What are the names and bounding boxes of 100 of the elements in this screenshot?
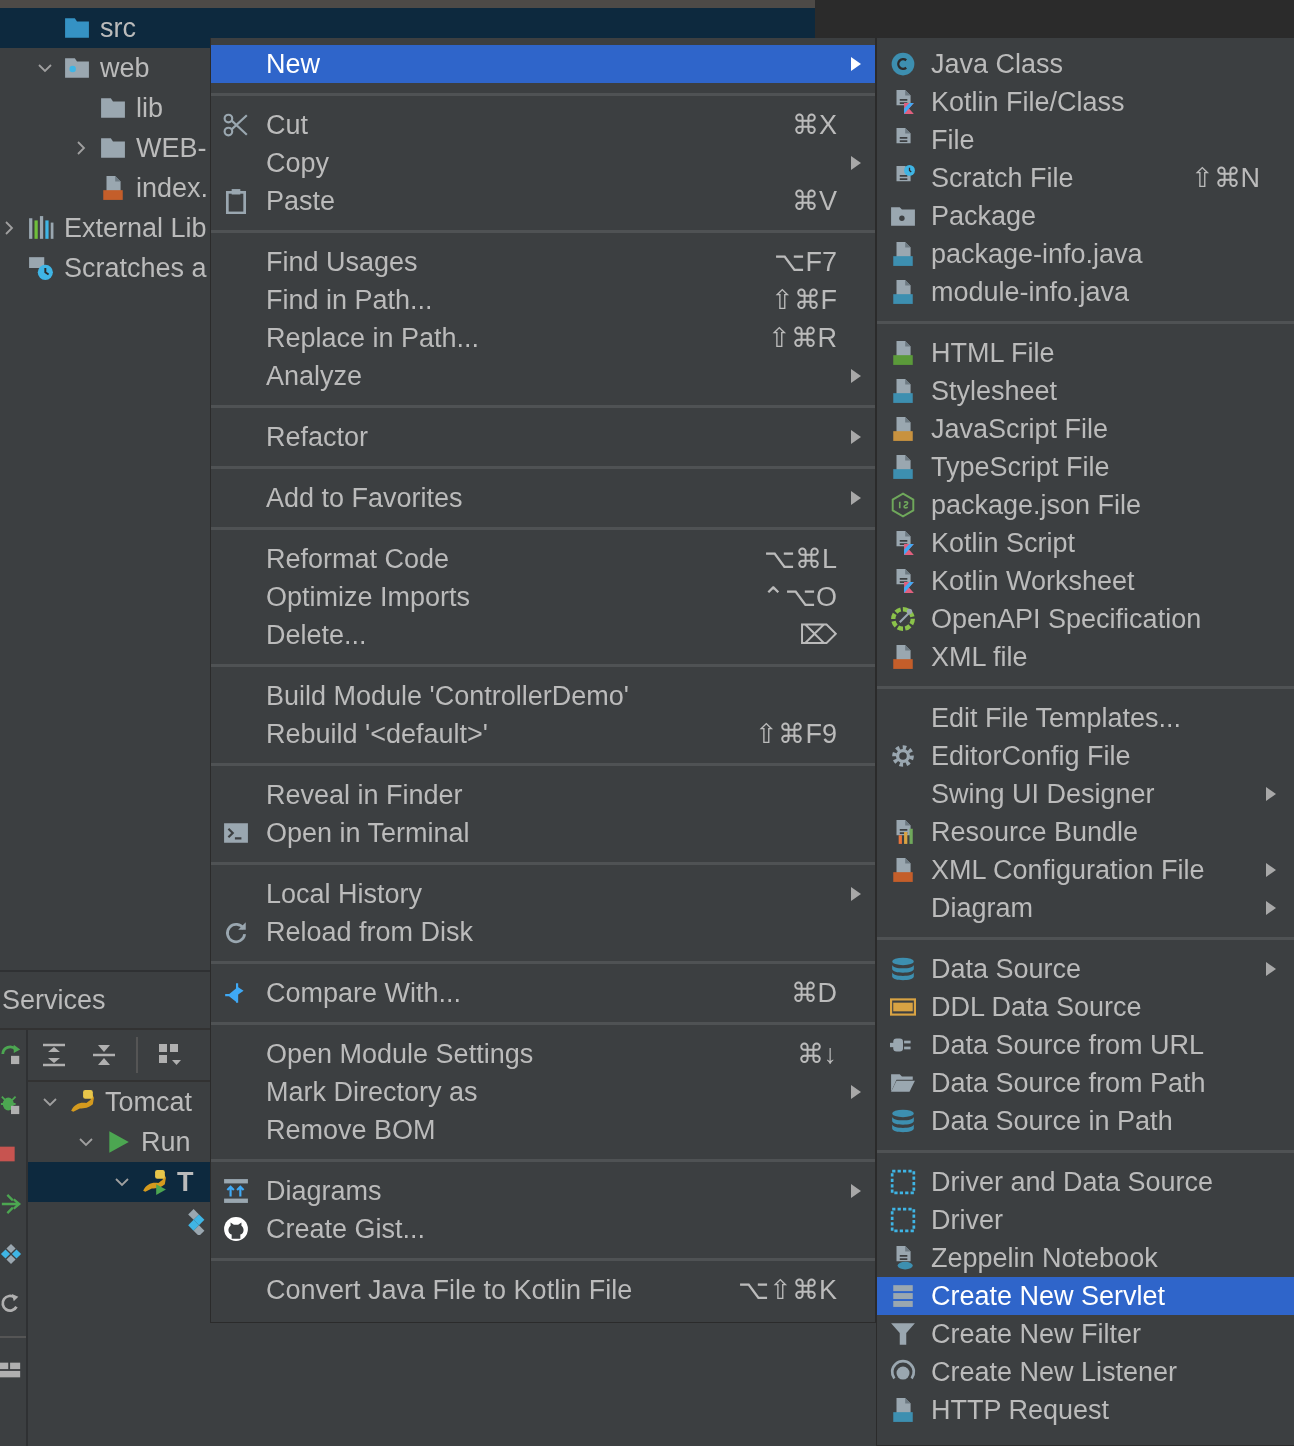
menu-item[interactable]: HTTP Request bbox=[877, 1391, 1294, 1429]
clipboard-icon bbox=[223, 188, 249, 214]
menu-item[interactable]: DDL Data Source bbox=[877, 988, 1294, 1026]
document-icon bbox=[890, 644, 916, 670]
tree-row[interactable]: lib bbox=[0, 88, 210, 128]
menu-item[interactable]: Copy bbox=[211, 144, 875, 182]
menu-item[interactable]: Rebuild '<default>' ⇧⌘F9 bbox=[211, 715, 875, 753]
menu-item[interactable]: Scratch File ⇧⌘N bbox=[877, 159, 1294, 197]
service-row[interactable]: Run bbox=[28, 1122, 210, 1162]
menu-item[interactable]: Optimize Imports ⌃⌥O bbox=[211, 578, 875, 616]
panel-title: Services bbox=[1, 984, 106, 1016]
menu-item[interactable]: Java Class bbox=[877, 45, 1294, 83]
menu-item[interactable]: Data Source from Path bbox=[877, 1064, 1294, 1102]
menu-item[interactable]: Reveal in Finder bbox=[211, 776, 875, 814]
shortcut-label: ⌘↓ bbox=[796, 1038, 837, 1070]
tree-row[interactable]: External Lib bbox=[0, 208, 210, 248]
group-icon[interactable] bbox=[158, 1043, 182, 1067]
menu-item[interactable]: TypeScript File bbox=[877, 448, 1294, 486]
tree-item-label: src bbox=[100, 12, 136, 44]
menu-item[interactable]: Data Source from URL bbox=[877, 1026, 1294, 1064]
service-row[interactable]: T bbox=[28, 1162, 210, 1202]
deploy-icon[interactable] bbox=[0, 1192, 22, 1216]
server-icon bbox=[890, 1283, 916, 1309]
menu-item[interactable]: Data Source bbox=[877, 950, 1294, 988]
menu-item[interactable]: JavaScript File bbox=[877, 410, 1294, 448]
menu-item[interactable]: package.json File bbox=[877, 486, 1294, 524]
diamonds-icon[interactable] bbox=[0, 1242, 22, 1266]
menu-item[interactable]: Driver and Data Source bbox=[877, 1163, 1294, 1201]
menu-item[interactable]: Create New Listener bbox=[877, 1353, 1294, 1391]
menu-item[interactable]: Local History bbox=[211, 875, 875, 913]
menu-item[interactable]: Kotlin Script bbox=[877, 524, 1294, 562]
cat-circle-icon bbox=[223, 1216, 249, 1242]
menu-item[interactable]: XML Configuration File bbox=[877, 851, 1294, 889]
menu-item[interactable]: HTML File bbox=[877, 334, 1294, 372]
shortcut-label: ⌦ bbox=[799, 619, 837, 651]
menu-item[interactable]: Refactor bbox=[211, 418, 875, 456]
menu-item[interactable]: Convert Java File to Kotlin File ⌥⇧⌘K bbox=[211, 1271, 875, 1309]
menu-item[interactable]: New bbox=[211, 45, 875, 83]
rerun-icon[interactable] bbox=[0, 1042, 22, 1066]
menu-item[interactable]: Kotlin Worksheet bbox=[877, 562, 1294, 600]
menu-item[interactable]: Find Usages ⌥F7 bbox=[211, 243, 875, 281]
tree-row[interactable]: Scratches a bbox=[0, 248, 210, 288]
service-row[interactable]: Tomcat bbox=[28, 1082, 210, 1122]
menu-item[interactable]: Analyze bbox=[211, 357, 875, 395]
menu-item[interactable]: package-info.java bbox=[877, 235, 1294, 273]
menu-item[interactable]: Resource Bundle bbox=[877, 813, 1294, 851]
menu-item[interactable]: Replace in Path... ⇧⌘R bbox=[211, 319, 875, 357]
menu-item[interactable]: Find in Path... ⇧⌘F bbox=[211, 281, 875, 319]
menu-item[interactable]: OpenAPI Specification bbox=[877, 600, 1294, 638]
hexagon-icon bbox=[890, 492, 916, 518]
menu-item[interactable]: Diagram bbox=[877, 889, 1294, 927]
document-icon bbox=[890, 857, 916, 883]
menu-item[interactable]: Kotlin File/Class bbox=[877, 83, 1294, 121]
folder-icon bbox=[100, 95, 126, 121]
menu-item[interactable]: Remove BOM bbox=[211, 1111, 875, 1149]
menu-item[interactable]: Delete... ⌦ bbox=[211, 616, 875, 654]
document-icon bbox=[890, 416, 916, 442]
menu-item[interactable]: Cut ⌘X bbox=[211, 106, 875, 144]
tree-row[interactable]: WEB- bbox=[0, 128, 210, 168]
document-icon bbox=[890, 454, 916, 480]
menu-item[interactable]: File bbox=[877, 121, 1294, 159]
menu-item[interactable]: Driver bbox=[877, 1201, 1294, 1239]
tree-row[interactable]: src bbox=[0, 8, 210, 48]
tree-row[interactable]: web bbox=[0, 48, 210, 88]
menu-item[interactable]: Stylesheet bbox=[877, 372, 1294, 410]
menu-item[interactable]: Diagrams bbox=[211, 1172, 875, 1210]
menu-item[interactable]: Package bbox=[877, 197, 1294, 235]
menu-item[interactable]: Reformat Code ⌥⌘L bbox=[211, 540, 875, 578]
menu-item[interactable]: Create New Servlet bbox=[877, 1277, 1294, 1315]
menu-item[interactable]: Paste ⌘V bbox=[211, 182, 875, 220]
tree-row[interactable]: index. bbox=[0, 168, 210, 208]
menu-item[interactable]: Zeppelin Notebook bbox=[877, 1239, 1294, 1277]
menu-item[interactable]: Build Module 'ControllerDemo' bbox=[211, 677, 875, 715]
shortcut-label: ⇧⌘F9 bbox=[755, 718, 837, 750]
menu-item[interactable]: Reload from Disk bbox=[211, 913, 875, 951]
menu-item[interactable]: Create New Filter bbox=[877, 1315, 1294, 1353]
ring-icon bbox=[890, 606, 916, 632]
menu-item[interactable]: Data Source in Path bbox=[877, 1102, 1294, 1140]
menu-item[interactable]: Swing UI Designer bbox=[877, 775, 1294, 813]
shortcut-label: ⌃⌥O bbox=[762, 581, 837, 613]
menu-item[interactable]: Open in Terminal bbox=[211, 814, 875, 852]
tree-item-label: WEB- bbox=[136, 132, 207, 164]
shortcut-label: ⇧⌘N bbox=[1190, 162, 1260, 194]
shortcut-label: ⌘X bbox=[792, 109, 837, 141]
menu-item[interactable]: module-info.java bbox=[877, 273, 1294, 311]
menu-item[interactable]: Create Gist... bbox=[211, 1210, 875, 1248]
terminal-icon bbox=[223, 820, 249, 846]
document-icon bbox=[890, 241, 916, 267]
menu-item[interactable]: EditorConfig File bbox=[877, 737, 1294, 775]
menu-item[interactable]: Mark Directory as bbox=[211, 1073, 875, 1111]
service-label: T bbox=[177, 1166, 194, 1198]
menu-item[interactable]: Compare With... ⌘D bbox=[211, 974, 875, 1012]
menu-item[interactable]: Add to Favorites bbox=[211, 479, 875, 517]
menu-item[interactable]: XML file bbox=[877, 638, 1294, 676]
menu-item[interactable]: Edit File Templates... bbox=[877, 699, 1294, 737]
expand-all-icon[interactable] bbox=[42, 1043, 66, 1067]
collapse-all-icon[interactable] bbox=[92, 1043, 116, 1067]
menu-item[interactable]: Open Module Settings ⌘↓ bbox=[211, 1035, 875, 1073]
reload-icon bbox=[223, 919, 249, 945]
filter-icon bbox=[890, 1321, 916, 1347]
